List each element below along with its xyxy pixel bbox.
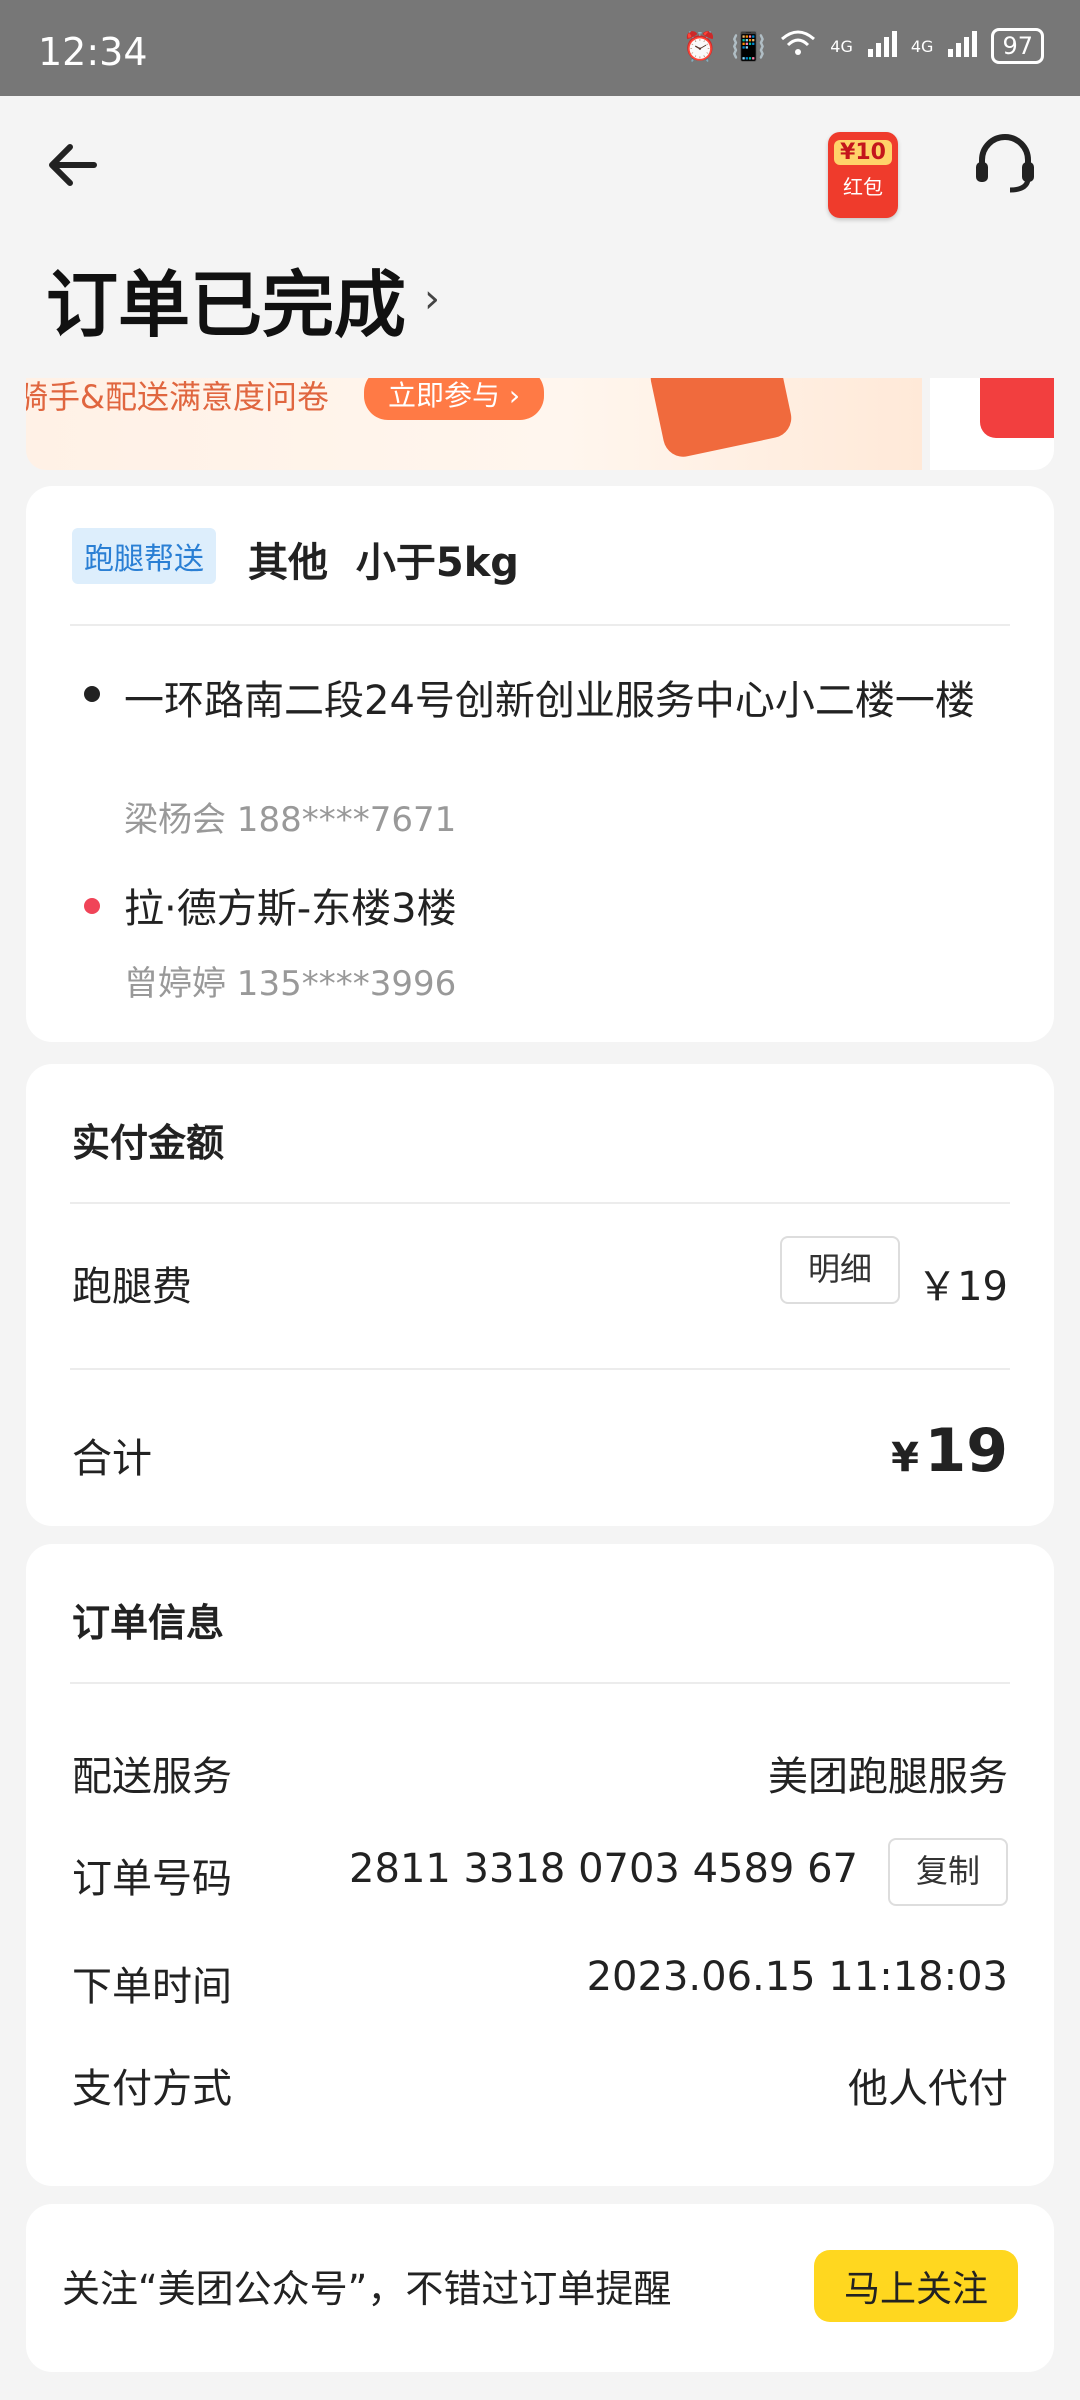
- package-weight: 小于5kg: [355, 540, 519, 586]
- signal-icon-2: [947, 29, 978, 64]
- network-label-2: 4G: [910, 36, 934, 56]
- follow-card: 关注“美团公众号”，不错过订单提醒 马上关注: [26, 2204, 1054, 2372]
- pickup-address: 一环路南二段24号创新创业服务中心小二楼一楼: [124, 678, 975, 724]
- customer-service-headset-icon[interactable]: [970, 128, 1040, 198]
- status-icons: ⏰ 📳 4G 4G 97: [683, 28, 1044, 64]
- order-time-value: 2023.06.15 11:18:03: [586, 1954, 1008, 2000]
- follow-now-button[interactable]: 马上关注: [813, 2250, 1018, 2322]
- fee-detail-button[interactable]: 明细: [780, 1236, 900, 1304]
- chevron-right-icon: ›: [424, 275, 441, 322]
- package-category-name: 其他: [248, 540, 328, 586]
- top-bar: ¥10 红包: [0, 96, 1080, 246]
- payment-title: 实付金额: [72, 1121, 225, 1165]
- total-value: 19: [924, 1416, 1009, 1486]
- divider: [70, 1682, 1010, 1684]
- delivery-info-card: 跑腿帮送 其他 小于5kg 一环路南二段24号创新创业服务中心小二楼一楼 梁杨会…: [26, 486, 1054, 1042]
- battery-indicator: 97: [991, 28, 1044, 64]
- status-time: 12:34: [38, 30, 148, 74]
- divider: [70, 1202, 1010, 1204]
- dropoff-address: 拉·德方斯-东楼3楼: [124, 886, 457, 932]
- payment-method-value: 他人代付: [848, 2066, 1008, 2112]
- back-arrow-icon[interactable]: [40, 130, 110, 200]
- payment-card: 实付金额 跑腿费 明细 ￥19 合计 ¥ 19: [26, 1064, 1054, 1526]
- survey-join-button[interactable]: 立即参与 ›: [364, 378, 545, 420]
- red-envelope-illustration-icon: [980, 378, 1054, 438]
- red-packet-label: 红包: [843, 175, 883, 199]
- order-info-title: 订单信息: [72, 1601, 225, 1645]
- payment-method-label: 支付方式: [72, 2066, 232, 2112]
- red-packet-amount: ¥10: [834, 140, 892, 165]
- alarm-icon: ⏰: [682, 29, 718, 63]
- dropoff-contact: 曾婷婷 135****3996: [124, 964, 457, 1004]
- copy-order-number-button[interactable]: 复制: [888, 1838, 1008, 1906]
- follow-prompt-text: 关注“美团公众号”，不错过订单提醒: [62, 2267, 672, 2311]
- delivery-service-value: 美团跑腿服务: [768, 1754, 1008, 1800]
- survey-banner[interactable]: 骑手&配送满意度问卷 立即参与 ›: [26, 378, 922, 470]
- delivery-service-label: 配送服务: [72, 1754, 232, 1800]
- signal-icon: [867, 29, 897, 64]
- order-info-card: 订单信息 配送服务 美团跑腿服务 订单号码 2811 3318 0703 458…: [26, 1544, 1054, 2186]
- total-label: 合计: [72, 1436, 152, 1482]
- fee-label: 跑腿费: [72, 1264, 192, 1310]
- page-title[interactable]: 订单已完成 ›: [46, 246, 440, 351]
- order-number-label: 订单号码: [72, 1856, 232, 1902]
- fee-value: ￥19: [917, 1264, 1008, 1310]
- total-amount: ¥ 19: [891, 1416, 1008, 1486]
- vibrate-icon: 📳: [731, 29, 767, 63]
- order-time-label: 下单时间: [72, 1964, 232, 2010]
- network-label-1: 4G: [830, 36, 853, 56]
- pickup-dot-icon: [84, 686, 100, 702]
- order-status-title: 订单已完成: [46, 263, 407, 347]
- dropoff-dot-icon: [84, 898, 100, 914]
- survey-banner-text: 骑手&配送满意度问卷: [26, 378, 329, 416]
- package-category: 其他 小于5kg: [248, 530, 519, 588]
- order-number-value: 2811 3318 0703 4589 67: [349, 1846, 858, 1892]
- total-currency: ¥: [891, 1435, 919, 1481]
- promo-banner[interactable]: 骑手&配送满意度问卷 立即参与 ›: [26, 378, 1054, 470]
- divider: [70, 624, 1010, 626]
- status-bar: 12:34 ⏰ 📳 4G 4G 97: [0, 0, 1080, 96]
- red-packet-button[interactable]: ¥10 红包: [828, 132, 898, 218]
- gift-illustration-icon: [647, 378, 795, 461]
- service-tag: 跑腿帮送: [72, 528, 216, 584]
- pickup-contact: 梁杨会 188****7671: [124, 800, 457, 840]
- wifi-icon: [780, 29, 816, 64]
- next-banner-card[interactable]: [930, 378, 1054, 470]
- divider: [70, 1368, 1010, 1370]
